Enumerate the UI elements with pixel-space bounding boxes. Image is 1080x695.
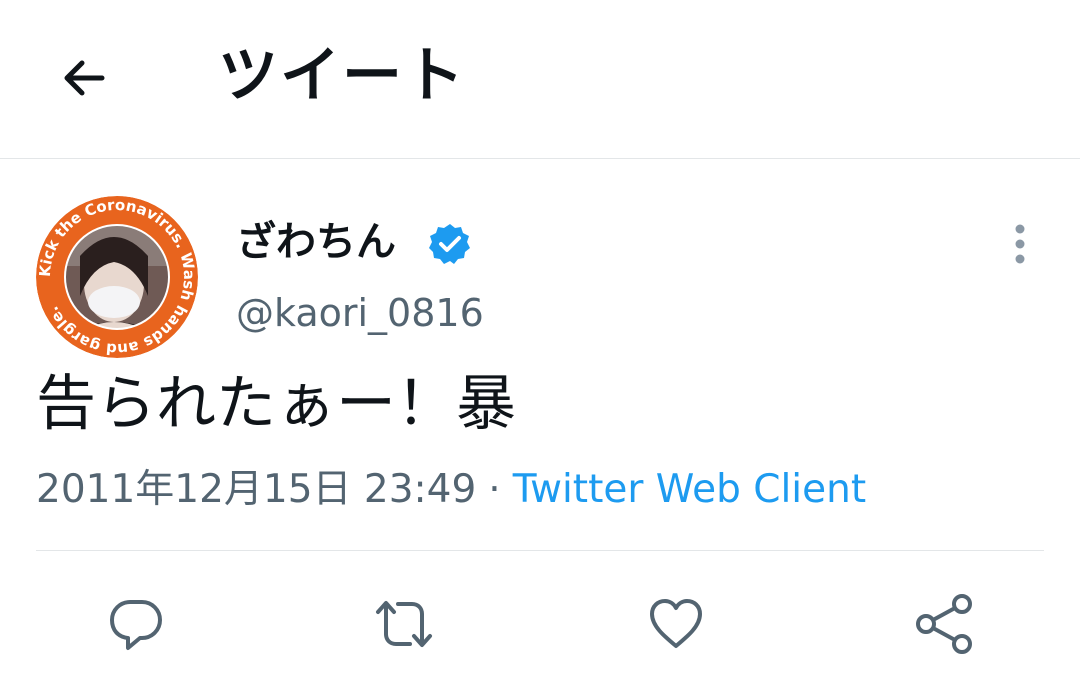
- client-link[interactable]: Twitter Web Client: [513, 467, 866, 512]
- verified-badge-icon: [429, 224, 470, 264]
- app-header: ツイート: [0, 0, 1080, 159]
- back-button[interactable]: [48, 42, 120, 114]
- share-icon: [916, 594, 972, 654]
- retweet-button[interactable]: [372, 592, 436, 656]
- retweet-icon: [376, 601, 432, 647]
- tweet-text: 告られたぁー！暴: [36, 369, 516, 439]
- more-options-button[interactable]: [996, 220, 1044, 268]
- meta-separator: ·: [488, 467, 501, 512]
- share-button[interactable]: [912, 592, 976, 656]
- arrow-left-icon: [64, 60, 105, 96]
- divider: [36, 550, 1044, 551]
- display-name[interactable]: ざわちん: [236, 214, 396, 270]
- more-vertical-icon: [1015, 224, 1025, 264]
- user-handle[interactable]: @kaori_0816: [236, 288, 484, 338]
- like-icon: [650, 599, 702, 648]
- like-button[interactable]: [644, 592, 708, 656]
- tweet-timestamp[interactable]: 2011年12月15日 23:49: [36, 467, 476, 512]
- page-title: ツイート: [218, 41, 466, 111]
- tweet-meta: 2011年12月15日 23:49 · Twitter Web Client: [36, 464, 866, 516]
- avatar[interactable]: Kick the Coronavirus. Wash hands and gar…: [36, 196, 198, 358]
- reply-icon: [110, 600, 162, 650]
- reply-button[interactable]: [104, 592, 168, 656]
